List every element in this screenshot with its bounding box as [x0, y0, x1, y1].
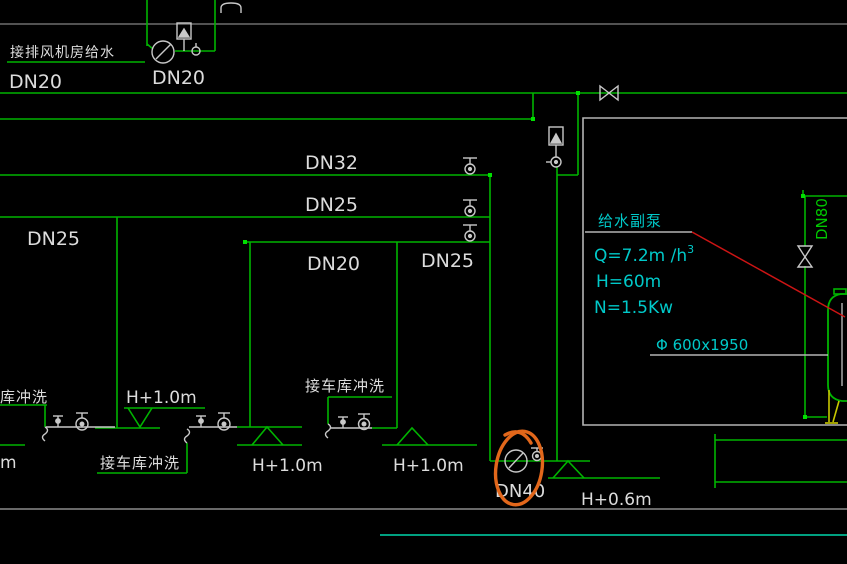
label-dn25-branch: DN25	[421, 250, 474, 272]
pipe-break-squiggle	[183, 428, 191, 444]
junction-dot	[531, 117, 535, 121]
pump-title: 给水副泵	[598, 212, 662, 230]
label-h10-mid: H+1.0m	[252, 456, 323, 476]
drain-channel	[714, 434, 847, 488]
junction-dot	[801, 194, 805, 198]
junction-dot	[576, 91, 580, 95]
label-dn25-left: DN25	[27, 228, 80, 250]
pipe-break-squiggle	[324, 423, 332, 439]
lever-valve-icon	[340, 419, 346, 425]
stop-valve-icon	[463, 199, 477, 217]
tank-dim-label: Φ 600x1950	[656, 336, 748, 354]
label-dn80: DN80	[813, 198, 831, 240]
label-h06: H+0.6m	[581, 490, 652, 510]
tank-nozzle	[833, 288, 847, 295]
tank-legs	[825, 390, 840, 424]
air-vent-icon	[546, 126, 564, 168]
label-dn20-left: DN20	[9, 71, 62, 93]
funnel-drain-icon	[396, 426, 429, 446]
junction-dot	[243, 240, 247, 244]
vent-tap-dot	[553, 159, 559, 165]
hose-bib-assembly	[324, 413, 372, 439]
funnel-drain-icon	[552, 459, 585, 479]
vent-flap	[549, 132, 563, 144]
junction-dot	[488, 173, 492, 177]
pump-flow: Q=7.2m /h3	[594, 243, 694, 266]
label-dn25-upper: DN25	[305, 194, 358, 216]
dome-symbol	[220, 2, 242, 13]
stop-valve-icon	[463, 224, 477, 242]
label-dn32: DN32	[305, 152, 358, 174]
valve-flap	[177, 27, 191, 38]
water-meter-icon	[151, 40, 175, 64]
label-h10-left: H+1.0m	[126, 388, 197, 408]
label-garage-flush-upper: 接车库冲洗	[305, 377, 385, 395]
label-dn20-branch: DN20	[307, 253, 360, 275]
cad-drawing-viewport: 接排风机房给水 DN20 DN20 DN32 DN25 DN25 DN20 DN…	[0, 0, 847, 564]
label-m-partial: m	[0, 453, 17, 473]
lever-valve-icon	[198, 418, 204, 424]
green-piping	[0, 0, 847, 488]
meter-needle	[155, 43, 172, 60]
tank-leg	[832, 400, 840, 423]
pump-power: N=1.5Kw	[594, 298, 673, 318]
label-garage-flush-lower: 接车库冲洗	[100, 454, 180, 472]
leader-line	[691, 231, 846, 318]
label-exhaust-fan-note: 接排风机房给水	[10, 44, 115, 61]
junction-dot	[803, 415, 807, 419]
pipe-break-squiggle	[41, 426, 49, 442]
valve-hourglass-icon	[796, 245, 814, 268]
lever-valve-icon	[55, 418, 61, 424]
hose-bib-assembly	[183, 412, 237, 444]
tank-symbol	[827, 293, 847, 402]
funnel-drain-icon	[127, 407, 153, 429]
funnel-drain-icon	[251, 425, 284, 446]
label-dn20-meter: DN20	[152, 67, 205, 89]
pump-head: H=60m	[596, 272, 661, 292]
cad-canvas: 接排风机房给水 DN20 DN20 DN32 DN25 DN25 DN20 DN…	[0, 0, 847, 536]
label-garage-flush-partial: 库冲洗	[0, 388, 48, 406]
label-h10-right: H+1.0m	[393, 456, 464, 476]
stop-valve-icon	[463, 157, 477, 175]
hose-bib-assembly	[41, 412, 115, 442]
